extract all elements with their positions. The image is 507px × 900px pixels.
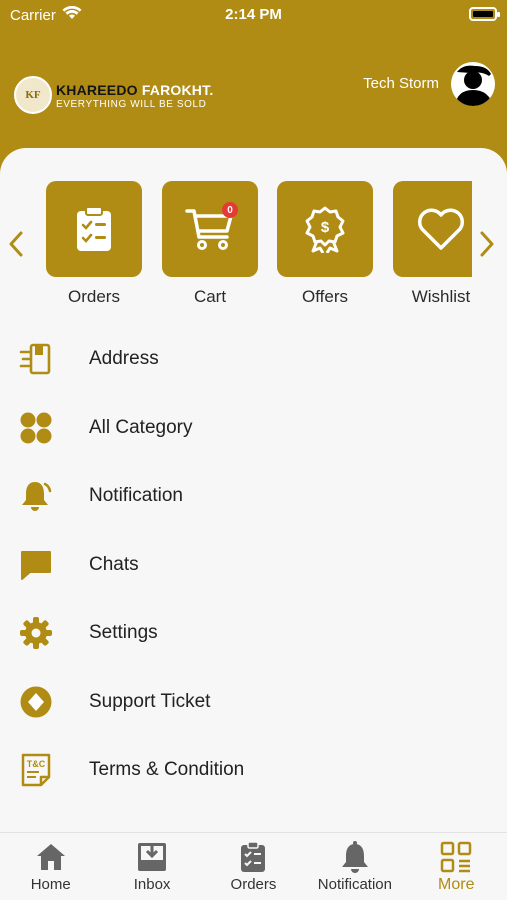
home-icon [0, 841, 101, 873]
clipboard-icon [203, 841, 304, 873]
menu-item-notification[interactable]: Notification [0, 462, 507, 531]
menu-item-settings[interactable]: Settings [0, 599, 507, 668]
quick-tile-cart: 0 [162, 181, 258, 277]
brand-name-part1: KHAREEDO [56, 82, 138, 98]
main-sheet: Orders 0 Cart $ Offers Wishlist Address … [0, 148, 507, 838]
tab-orders[interactable]: Orders [203, 833, 304, 900]
tab-notification[interactable]: Notification [304, 833, 405, 900]
avatar[interactable] [451, 62, 495, 106]
quick-actions-track: Orders 0 Cart $ Offers Wishlist [46, 181, 472, 311]
clock: 2:14 PM [225, 6, 282, 23]
heart-icon [417, 208, 465, 250]
status-bar: Carrier 2:14 PM [0, 0, 507, 30]
bottom-tab-bar: Home Inbox Orders Notification More [0, 832, 507, 900]
menu-item-terms[interactable]: T&C Terms & Condition [0, 736, 507, 805]
terms-doc-icon: T&C [18, 752, 54, 788]
tab-inbox[interactable]: Inbox [101, 833, 202, 900]
bell-icon [304, 841, 405, 873]
offer-badge-icon: $ [305, 206, 345, 253]
tab-label: Inbox [133, 876, 171, 893]
tab-label: Home [30, 876, 71, 893]
chevron-right-icon [480, 231, 494, 257]
brand-name-part2: FAROKHT. [141, 82, 214, 98]
more-grid-icon [406, 841, 507, 873]
quick-action-label: Offers [302, 287, 348, 306]
menu-item-label: Support Ticket [89, 690, 211, 712]
carousel-prev-button[interactable] [4, 227, 28, 261]
quick-tile-offers: $ [277, 181, 373, 277]
brand-name: KHAREEDO FAROKHT. [56, 82, 213, 98]
quick-action-label: Cart [193, 287, 227, 306]
menu-item-label: Settings [89, 622, 158, 644]
menu-list: Address All Category Notification Chats [0, 325, 507, 805]
app-header: KF KHAREEDO FAROKHT. EVERYTHING WILL BE … [0, 30, 507, 150]
grid-dots-icon [18, 410, 54, 446]
tab-label: Orders [230, 876, 277, 893]
carousel-next-button[interactable] [475, 227, 499, 261]
inbox-icon [101, 841, 202, 873]
brand-logo: KF [14, 76, 52, 114]
menu-item-label: Terms & Condition [89, 759, 245, 781]
tab-label: More [438, 876, 475, 893]
svg-text:$: $ [321, 219, 330, 236]
ticket-icon [18, 684, 54, 720]
bell-icon [18, 478, 54, 514]
user-name[interactable]: Tech Storm [363, 75, 439, 92]
address-book-icon [18, 341, 54, 377]
chat-bubble-icon [18, 547, 54, 583]
quick-action-wishlist[interactable]: Wishlist [393, 181, 472, 307]
tab-label: Notification [317, 876, 392, 893]
svg-text:T&C: T&C [27, 759, 46, 769]
quick-tile-wishlist [393, 181, 472, 277]
quick-action-label: Orders [68, 287, 120, 306]
quick-actions-carousel: Orders 0 Cart $ Offers Wishlist [0, 181, 507, 311]
menu-item-label: Chats [89, 553, 139, 575]
quick-action-offers[interactable]: $ Offers [277, 181, 373, 307]
clipboard-checklist-icon [77, 206, 111, 251]
quick-action-label: Wishlist [411, 287, 471, 306]
battery-icon [469, 7, 500, 21]
menu-item-chats[interactable]: Chats [0, 531, 507, 600]
menu-item-label: Address [89, 348, 159, 370]
quick-action-orders[interactable]: Orders [46, 181, 142, 307]
gear-icon [18, 615, 54, 651]
quick-action-cart[interactable]: 0 Cart [162, 181, 258, 307]
tab-home[interactable]: Home [0, 833, 101, 900]
chevron-left-icon [9, 231, 23, 257]
tab-more[interactable]: More [406, 833, 507, 900]
menu-item-label: All Category [89, 416, 193, 438]
brand: KHAREEDO FAROKHT. EVERYTHING WILL BE SOL… [56, 82, 213, 110]
quick-tile-orders [46, 181, 142, 277]
cart-count-badge: 0 [222, 202, 238, 218]
brand-tagline: EVERYTHING WILL BE SOLD [56, 99, 207, 110]
menu-item-label: Notification [89, 485, 183, 507]
user-silhouette-icon [455, 65, 493, 106]
menu-item-all-category[interactable]: All Category [0, 394, 507, 463]
menu-item-address[interactable]: Address [0, 325, 507, 394]
menu-item-support-ticket[interactable]: Support Ticket [0, 668, 507, 737]
